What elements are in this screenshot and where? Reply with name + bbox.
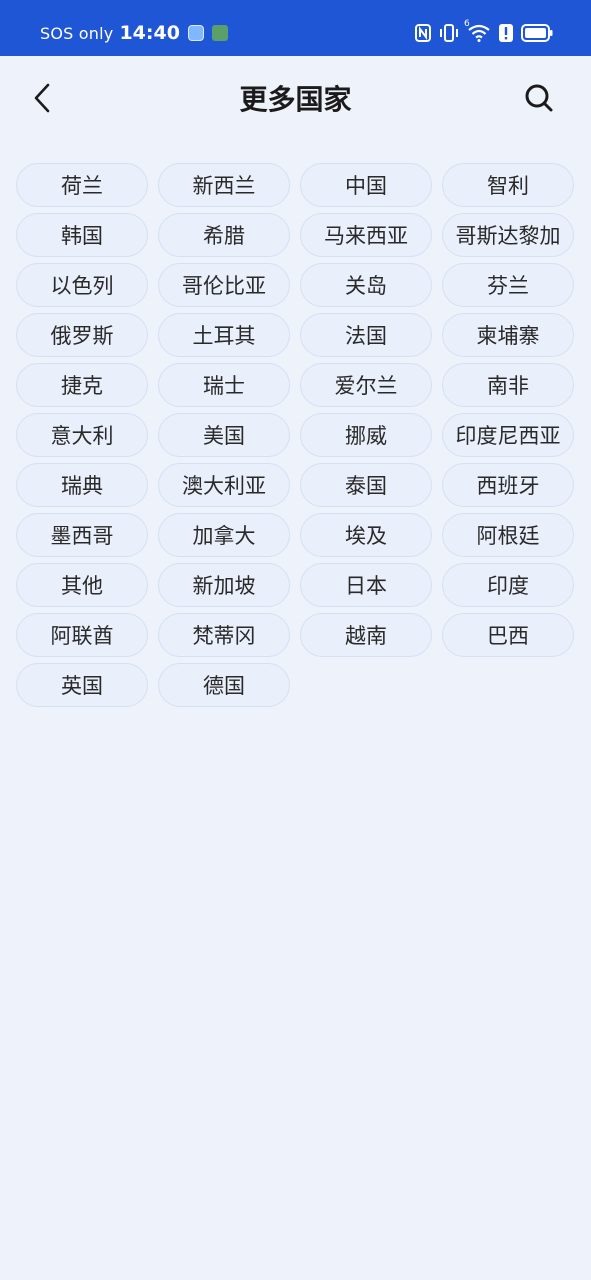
search-icon [524,83,554,117]
country-list: 荷兰 新西兰 中国 智利韩国 希腊 马来西亚 哥斯达黎加以色列 哥伦比亚 关岛 芬兰俄罗斯 土耳其法… [16,163,576,707]
alert-icon [499,24,513,42]
country-chip[interactable]: 南非 [442,363,574,407]
country-chip[interactable]: 中国 [300,163,432,207]
search-button[interactable] [517,78,561,122]
country-chip[interactable]: 法国 [300,313,432,357]
wifi-icon: 6 [464,19,491,42]
status-bar: SOS only 14:40 6 [0,0,591,56]
country-chip[interactable]: 智利 [442,163,574,207]
country-chip[interactable]: 其他 [16,563,148,607]
country-chip[interactable]: 德国 [158,663,290,707]
country-chip[interactable]: 墨西哥 [16,513,148,557]
country-chip[interactable]: 以色列 [16,263,148,307]
carrier-text: SOS only [40,23,114,43]
country-chip[interactable]: 土耳其 [158,313,290,357]
country-chip[interactable]: 越南 [300,613,432,657]
country-chip[interactable]: 瑞士 [158,363,290,407]
vibrate-icon [439,24,459,42]
country-chip[interactable]: 日本 [300,563,432,607]
game-app-icon [211,25,228,41]
country-chip[interactable]: 捷克 [16,363,148,407]
country-chip[interactable]: 西班牙 [442,463,574,507]
country-chip[interactable]: 澳大利亚 [158,463,290,507]
country-chip[interactable]: 泰国 [300,463,432,507]
country-chip[interactable]: 埃及 [300,513,432,557]
country-chip[interactable]: 瑞典 [16,463,148,507]
gallery-app-icon [187,25,204,41]
nfc-icon [415,24,431,42]
country-chip[interactable]: 加拿大 [158,513,290,557]
country-chip[interactable]: 哥伦比亚 [158,263,290,307]
wifi-badge: 6 [464,19,470,29]
country-chip[interactable]: 巴西 [442,613,574,657]
country-chip[interactable]: 印度 [442,563,574,607]
country-chip[interactable]: 美国 [158,413,290,457]
country-chip[interactable]: 意大利 [16,413,148,457]
country-chip[interactable]: 荷兰 [16,163,148,207]
page-title: 更多国家 [239,83,352,116]
country-chip[interactable]: 俄罗斯 [16,313,148,357]
country-chip[interactable]: 阿联酋 [16,613,148,657]
country-chip[interactable]: 柬埔寨 [442,313,574,357]
app-bar: 更多国家 [0,56,591,144]
country-chip[interactable]: 芬兰 [442,263,574,307]
country-chip[interactable]: 韩国 [16,213,148,257]
country-chip[interactable]: 希腊 [158,213,290,257]
country-chip[interactable]: 马来西亚 [300,213,432,257]
country-chip[interactable]: 阿根廷 [442,513,574,557]
country-chip[interactable]: 印度尼西亚 [442,413,574,457]
country-chip[interactable]: 挪威 [300,413,432,457]
country-chip[interactable]: 梵蒂冈 [158,613,290,657]
country-chip[interactable]: 爱尔兰 [300,363,432,407]
country-chip[interactable]: 新加坡 [158,563,290,607]
country-chip[interactable]: 关岛 [300,263,432,307]
country-chip[interactable]: 新西兰 [158,163,290,207]
clock: 14:40 [119,22,180,44]
country-chip[interactable]: 哥斯达黎加 [442,213,574,257]
country-chip[interactable]: 英国 [16,663,148,707]
battery-icon [521,24,553,42]
